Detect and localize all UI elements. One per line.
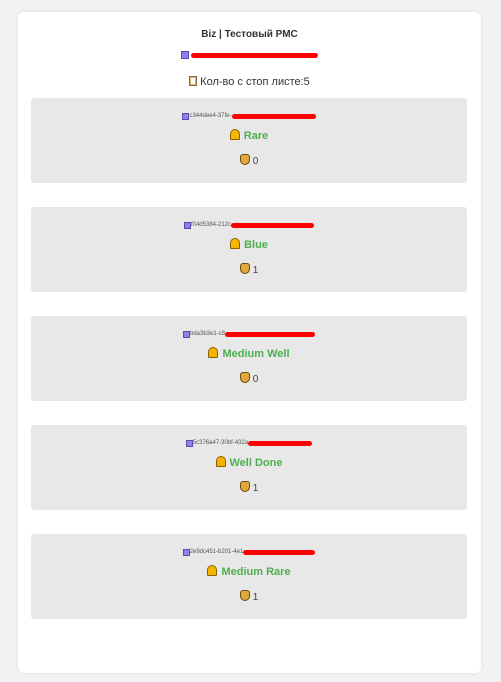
purple-square-icon: [181, 51, 189, 59]
item-name: Well Done: [229, 457, 283, 469]
page-title: Biz | Тестовый РМС: [201, 29, 298, 40]
item-name: Medium Well: [222, 348, 290, 360]
main-card: Biz | Тестовый РМС Кол-во с стоп листе:5…: [18, 12, 481, 673]
item-id: bda3b3e1-c8: [189, 331, 226, 337]
stop-list-count: Кол-во с стоп листе:5: [18, 76, 481, 88]
bell-icon: [229, 129, 240, 140]
purple-square-icon: [182, 548, 190, 556]
item-count-row: 1: [31, 590, 467, 603]
purple-square-icon: [182, 330, 190, 338]
item-name: Medium Rare: [221, 566, 291, 578]
list-item: bda3b3e1-c8 Medium Well 0: [31, 316, 467, 401]
list-item: 5c376a47-30bf-432a Well Done 1: [31, 425, 467, 510]
money-bag-icon: [239, 481, 250, 492]
item-name-row: Medium Well: [31, 347, 467, 360]
purple-square-icon: [183, 221, 191, 229]
item-id: 5c376a47-30bf-432a: [192, 440, 249, 446]
item-id-line: bda3b3e1-c8: [31, 330, 467, 338]
bell-icon: [207, 565, 218, 576]
money-bag-icon: [239, 263, 250, 274]
item-count: 1: [252, 592, 259, 603]
redacted-bar: [191, 52, 318, 58]
item-id: c344dee4-37fe-: [189, 113, 232, 119]
item-id-line: 5c376a47-30bf-432a: [31, 439, 467, 447]
redacted-bar: [231, 113, 316, 119]
money-bag-icon: [239, 590, 250, 601]
item-id-line: c344dee4-37fe-: [31, 112, 467, 120]
item-name-row: Medium Rare: [31, 565, 467, 578]
item-id: f04d5384-212c: [190, 222, 232, 228]
bell-icon: [215, 456, 226, 467]
item-count: 1: [252, 483, 259, 494]
redacted-bar: [243, 549, 316, 555]
redacted-bar: [248, 440, 313, 446]
list-item: 2e9dc451-b201-4e1 Medium Rare 1: [31, 534, 467, 619]
bell-icon: [208, 347, 219, 358]
item-name-row: Rare: [31, 129, 467, 142]
item-count: 0: [252, 374, 259, 385]
item-name-row: Well Done: [31, 456, 467, 469]
bell-icon: [230, 238, 241, 249]
item-count-row: 0: [31, 154, 467, 167]
stop-list-label: Кол-во с стоп листе:5: [200, 76, 310, 88]
item-id-line: 2e9dc451-b201-4e1: [31, 548, 467, 556]
item-id-line: f04d5384-212c: [31, 221, 467, 229]
item-count-row: 0: [31, 372, 467, 385]
money-bag-icon: [239, 154, 250, 165]
item-name: Rare: [243, 130, 269, 142]
redacted-bar: [231, 222, 315, 228]
purple-square-icon: [185, 439, 193, 447]
item-count: 1: [252, 265, 259, 276]
item-count: 0: [252, 156, 259, 167]
item-name: Blue: [244, 239, 268, 251]
item-id: 2e9dc451-b201-4e1: [189, 549, 244, 555]
item-name-row: Blue: [31, 238, 467, 251]
list-item: f04d5384-212c Blue 1: [31, 207, 467, 292]
list-item: c344dee4-37fe- Rare 0: [31, 98, 467, 183]
item-count-row: 1: [31, 481, 467, 494]
money-bag-icon: [239, 372, 250, 383]
header-id-line: [18, 51, 481, 59]
item-count-row: 1: [31, 263, 467, 276]
clipboard-icon: [189, 76, 198, 86]
redacted-bar: [225, 331, 316, 337]
